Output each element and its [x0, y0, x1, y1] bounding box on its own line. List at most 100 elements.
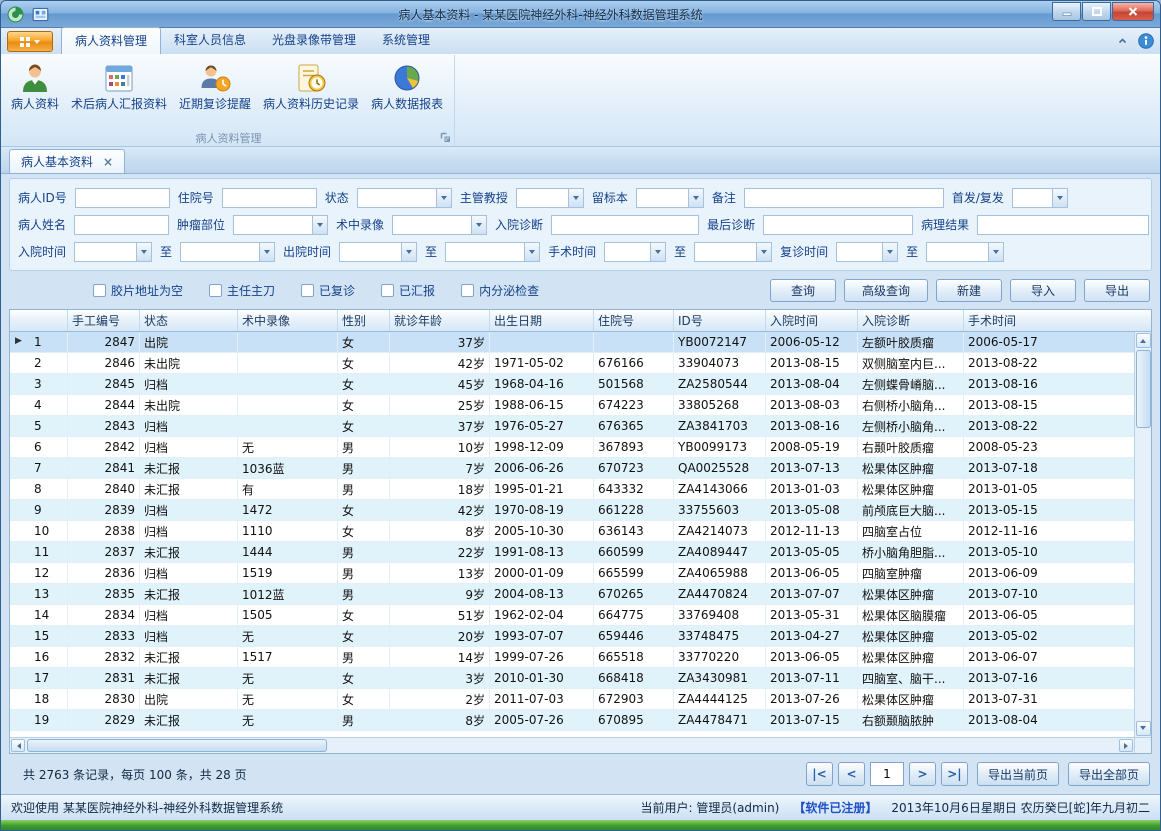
- column-header[interactable]: 就诊年龄: [390, 310, 490, 331]
- patient-data-button[interactable]: 病人资料: [5, 59, 65, 129]
- scroll-right-button[interactable]: [1119, 739, 1133, 752]
- table-row[interactable]: 52843归档女37岁1976-05-27676365ZA38417032013…: [10, 416, 1134, 437]
- surgery-time-from-combo[interactable]: [604, 242, 666, 262]
- export-current-page-button[interactable]: 导出当前页: [977, 762, 1059, 786]
- table-row[interactable]: 32845归档女45岁1968-04-16501568ZA25805442013…: [10, 374, 1134, 395]
- ribbon-tab-staff-info[interactable]: 科室人员信息: [161, 27, 259, 54]
- next-page-button[interactable]: >: [909, 762, 936, 786]
- query-button[interactable]: 查询: [770, 279, 836, 302]
- info-icon[interactable]: [1138, 33, 1154, 49]
- quick-access-icon[interactable]: [32, 6, 49, 23]
- patient-id-input[interactable]: [75, 188, 170, 208]
- import-button[interactable]: 导入: [1010, 279, 1076, 302]
- scroll-left-button[interactable]: [11, 739, 25, 752]
- postop-report-button[interactable]: 术后病人汇报资料: [65, 59, 173, 129]
- horizontal-scroll-thumb[interactable]: [27, 739, 327, 752]
- column-header[interactable]: ID号: [674, 310, 766, 331]
- row-number: 9: [34, 503, 42, 517]
- revisit-time-to-combo[interactable]: [926, 242, 1004, 262]
- vertical-scrollbar[interactable]: [1134, 332, 1151, 737]
- ribbon-tab-system[interactable]: 系统管理: [369, 27, 443, 54]
- close-button[interactable]: [1112, 2, 1154, 21]
- table-row[interactable]: 132835未汇报1012蓝男9岁2004-08-13670265ZA44708…: [10, 584, 1134, 605]
- table-row[interactable]: 182830出院无女2岁2011-07-03672903ZA4444125201…: [10, 689, 1134, 710]
- dialog-launcher-icon[interactable]: [440, 132, 451, 143]
- ribbon-tab-disc-tape[interactable]: 光盘录像带管理: [259, 27, 369, 54]
- horizontal-scrollbar[interactable]: [10, 738, 1134, 753]
- table-row[interactable]: 162832未汇报1517男14岁1999-07-266655183377022…: [10, 647, 1134, 668]
- table-row[interactable]: 22846未出院女42岁1971-05-02676166339040732013…: [10, 353, 1134, 374]
- tab-patient-basic-data[interactable]: 病人基本资料 ×: [9, 149, 125, 173]
- first-page-button[interactable]: |<: [806, 762, 833, 786]
- specimen-combo[interactable]: [636, 188, 704, 208]
- pathology-input[interactable]: [977, 215, 1149, 235]
- table-row[interactable]: 172831未汇报无女3岁2010-01-30668418ZA343098120…: [10, 668, 1134, 689]
- admission-diag-input[interactable]: [551, 215, 699, 235]
- admit-time-to-combo[interactable]: [180, 242, 275, 262]
- scroll-down-button[interactable]: [1136, 721, 1151, 736]
- film-address-empty-checkbox[interactable]: 胶片地址为空: [93, 282, 183, 299]
- table-row[interactable]: 122836归档1519男13岁2000-01-09665599ZA406598…: [10, 563, 1134, 584]
- patient-report-button[interactable]: 病人数据报表: [365, 59, 449, 129]
- column-header[interactable]: 手术时间: [964, 310, 1151, 331]
- table-row[interactable]: 102838归档1110女8岁2005-10-30636143ZA4214073…: [10, 521, 1134, 542]
- admission-no-input[interactable]: [222, 188, 317, 208]
- column-header[interactable]: 入院时间: [766, 310, 858, 331]
- tumor-site-combo[interactable]: [233, 215, 328, 235]
- column-header[interactable]: 状态: [140, 310, 238, 331]
- page-number-input[interactable]: 1: [870, 762, 904, 786]
- patient-name-input[interactable]: [74, 215, 169, 235]
- endocrine-exam-checkbox[interactable]: 内分泌检查: [461, 282, 539, 299]
- table-row[interactable]: 152833归档无女20岁1993-07-0765944633748475201…: [10, 626, 1134, 647]
- app-menu-button[interactable]: [7, 31, 53, 52]
- table-row[interactable]: 192829未汇报无男8岁2005-07-26670895ZA447847120…: [10, 710, 1134, 731]
- table-row[interactable]: 62842归档无男10岁1998-12-09367893YB0099173200…: [10, 437, 1134, 458]
- table-row[interactable]: 92839归档1472女42岁1970-08-19661228337556032…: [10, 500, 1134, 521]
- first-recur-combo[interactable]: [1012, 188, 1068, 208]
- revisited-checkbox[interactable]: 已复诊: [301, 282, 355, 299]
- last-page-button[interactable]: >|: [941, 762, 968, 786]
- discharge-time-from-combo[interactable]: [339, 242, 417, 262]
- table-cell: 2847: [68, 332, 140, 353]
- status-combo[interactable]: [357, 188, 452, 208]
- new-button[interactable]: 新建: [936, 279, 1002, 302]
- professor-combo[interactable]: [516, 188, 584, 208]
- column-header[interactable]: 出生日期: [490, 310, 594, 331]
- remark-input[interactable]: [744, 188, 944, 208]
- revisit-time-from-combo[interactable]: [836, 242, 898, 262]
- reported-checkbox[interactable]: 已汇报: [381, 282, 435, 299]
- surgery-time-to-combo[interactable]: [694, 242, 772, 262]
- discharge-time-to-combo[interactable]: [445, 242, 540, 262]
- collapse-ribbon-icon[interactable]: [1117, 36, 1128, 46]
- vertical-scroll-thumb[interactable]: [1136, 350, 1151, 428]
- column-header[interactable]: 性别: [338, 310, 390, 331]
- table-cell: 无: [238, 437, 338, 458]
- final-diag-input[interactable]: [763, 215, 913, 235]
- column-header[interactable]: 术中录像: [238, 310, 338, 331]
- table-row[interactable]: 72841未汇报1036蓝男7岁2006-06-26670723QA002552…: [10, 458, 1134, 479]
- revisit-reminder-button[interactable]: 近期复诊提醒: [173, 59, 257, 129]
- admit-time-from-combo[interactable]: [74, 242, 152, 262]
- chief-surgeon-checkbox[interactable]: 主任主刀: [209, 282, 275, 299]
- table-row[interactable]: 112837未汇报1444男22岁1991-08-13660599ZA40894…: [10, 542, 1134, 563]
- table-row[interactable]: 42844未出院女25岁1988-06-15674223338052682013…: [10, 395, 1134, 416]
- scroll-up-button[interactable]: [1136, 333, 1151, 348]
- patient-history-button[interactable]: 病人资料历史记录: [257, 59, 365, 129]
- column-header[interactable]: 手工编号: [68, 310, 140, 331]
- grid-body: ▶12847出院女37岁YB00721472006-05-12左额叶胶质瘤200…: [10, 332, 1134, 737]
- table-row[interactable]: 82840未汇报有男18岁1995-01-21643332ZA414306620…: [10, 479, 1134, 500]
- surgery-video-combo[interactable]: [392, 215, 487, 235]
- minimize-button[interactable]: [1052, 2, 1081, 21]
- table-row[interactable]: ▶12847出院女37岁YB00721472006-05-12左额叶胶质瘤200…: [10, 332, 1134, 353]
- tab-close-icon[interactable]: ×: [103, 155, 113, 169]
- column-header[interactable]: 入院诊断: [858, 310, 964, 331]
- export-button[interactable]: 导出: [1084, 279, 1150, 302]
- prev-page-button[interactable]: <: [838, 762, 865, 786]
- table-cell: 2013-01-03: [766, 479, 858, 500]
- advanced-query-button[interactable]: 高级查询: [844, 279, 928, 302]
- table-row[interactable]: 142834归档1505女51岁1962-02-0466477533769408…: [10, 605, 1134, 626]
- maximize-button[interactable]: [1082, 2, 1111, 21]
- ribbon-tab-patient-management[interactable]: 病人资料管理: [61, 27, 161, 54]
- column-header[interactable]: 住院号: [594, 310, 674, 331]
- export-all-pages-button[interactable]: 导出全部页: [1068, 762, 1150, 786]
